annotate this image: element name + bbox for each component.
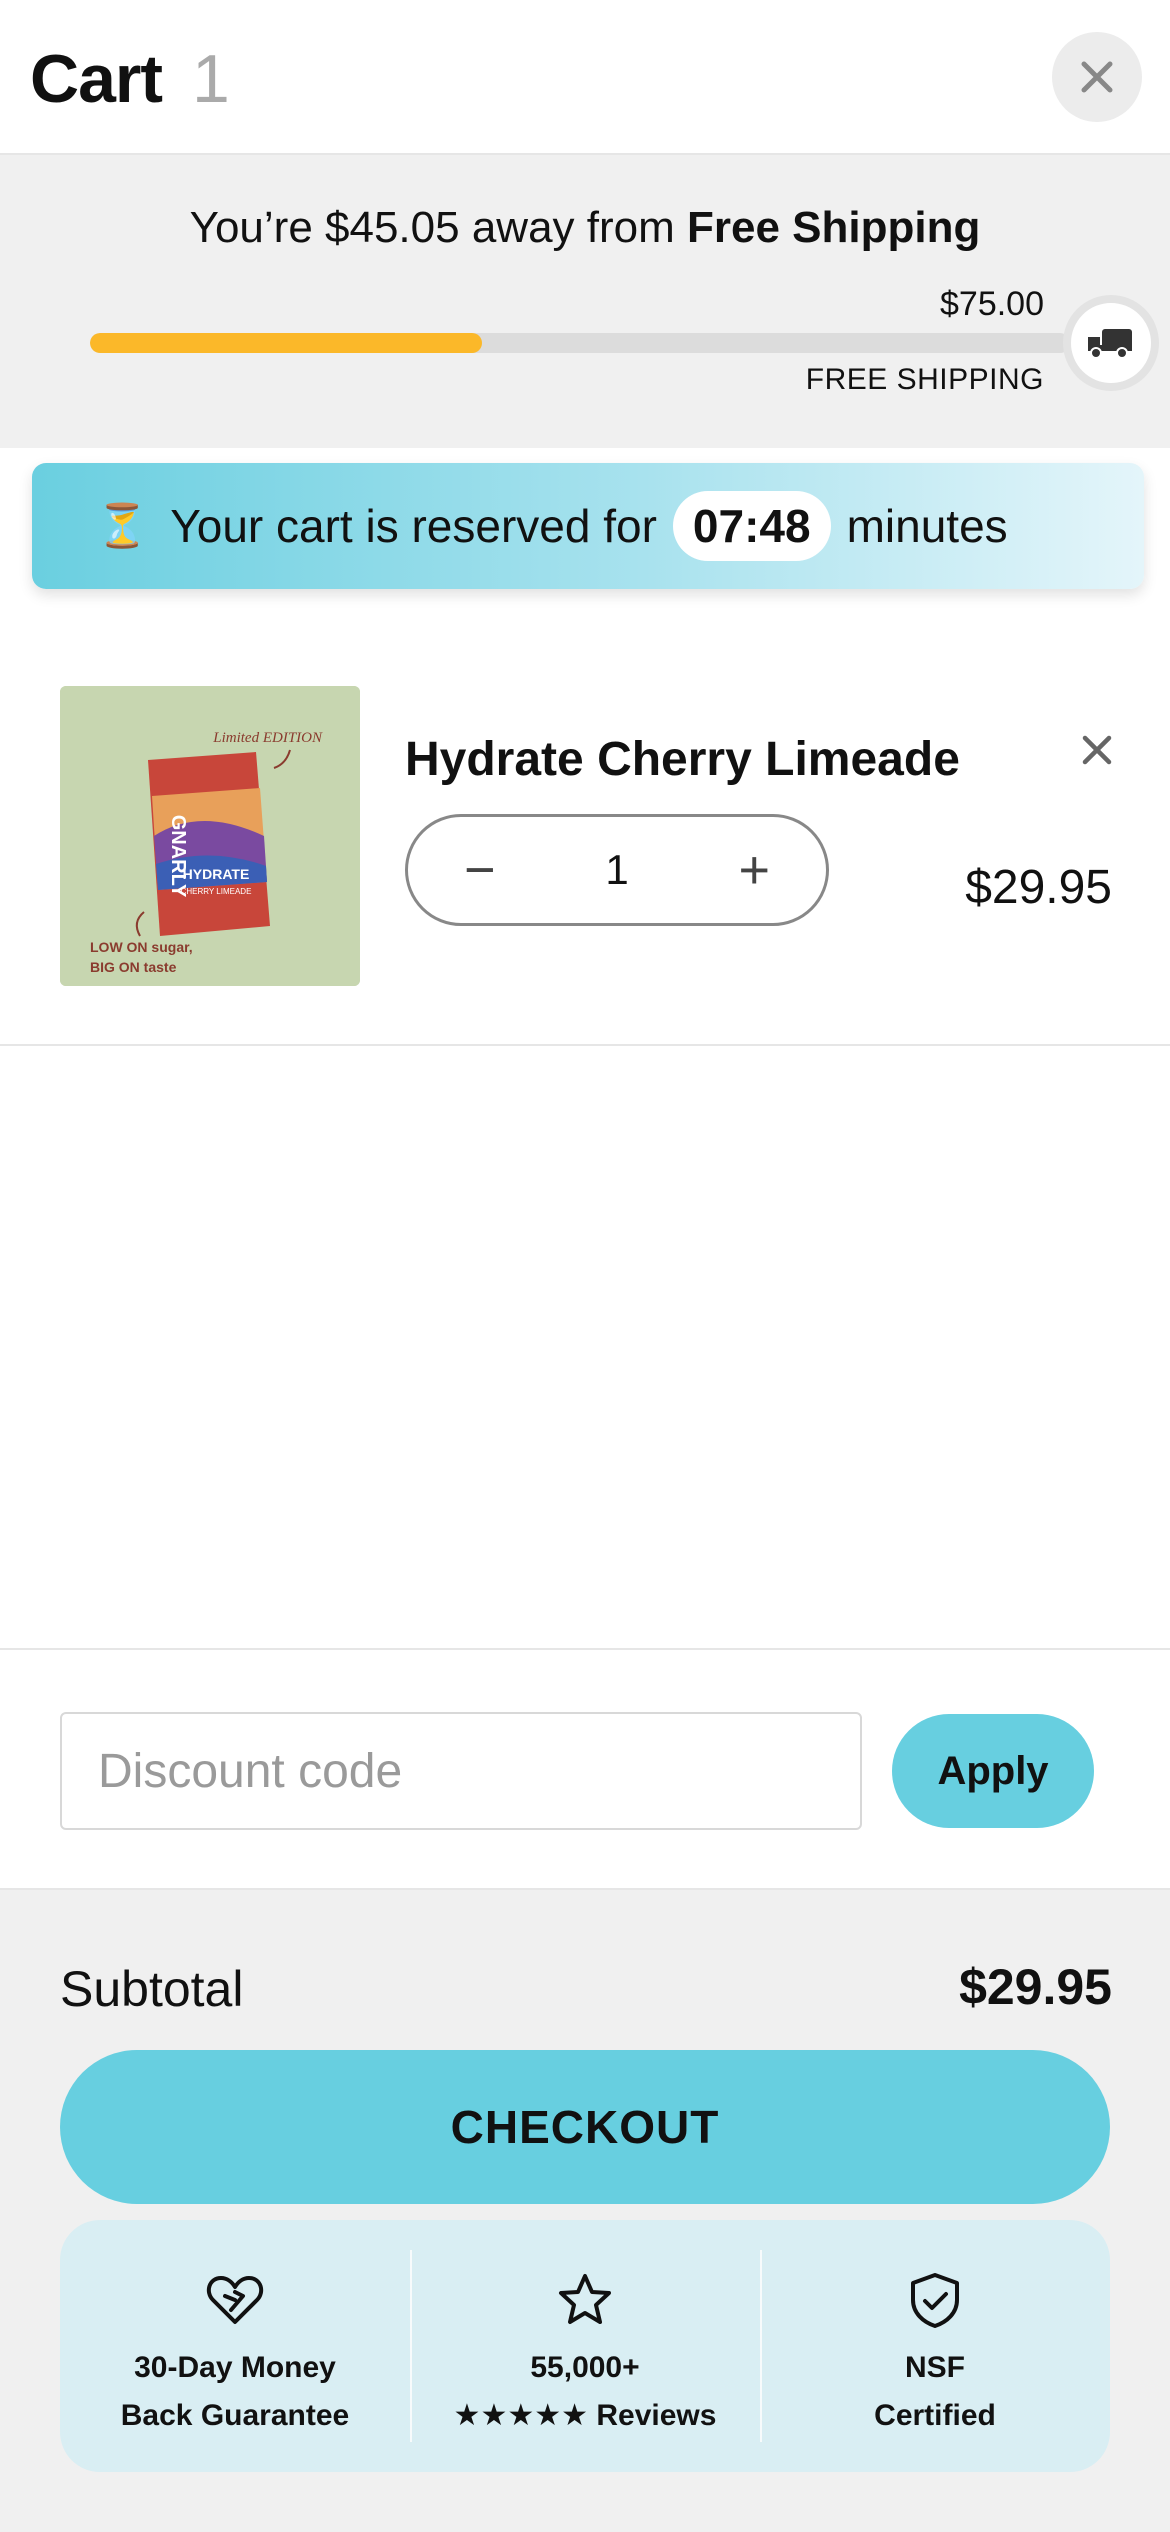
- trust-line-2: Back Guarantee: [120, 2399, 350, 2432]
- product-type-text: HYDRATE: [183, 866, 250, 882]
- cart-item-count: 1: [192, 41, 230, 117]
- discount-section: Apply: [0, 1648, 1170, 1890]
- star-icon: [559, 2274, 611, 2324]
- quantity-stepper: − 1 +: [405, 814, 829, 926]
- shipping-progress-fill: [90, 333, 482, 353]
- truck-badge: [1063, 295, 1159, 391]
- discount-code-input[interactable]: [60, 1712, 862, 1830]
- product-pouch-illustration: Limited EDITION GNARLY HYDRATE CHERRY LI…: [60, 686, 360, 986]
- decrease-quantity-button[interactable]: −: [464, 843, 496, 897]
- increase-quantity-button[interactable]: +: [738, 843, 770, 897]
- cart-line-item: Limited EDITION GNARLY HYDRATE CHERRY LI…: [0, 640, 1170, 1046]
- trust-line-1: 55,000+: [530, 2351, 640, 2384]
- quantity-value: 1: [605, 846, 629, 893]
- trust-item-certified: NSF Certified: [760, 2220, 1110, 2472]
- reservation-timer: 07:48: [672, 491, 831, 561]
- trust-line-1: NSF: [905, 2351, 965, 2384]
- close-icon: [1082, 735, 1112, 765]
- subtotal-value: $29.95: [959, 1959, 1112, 2015]
- trust-line-2: Certified: [874, 2399, 996, 2432]
- reservation-suffix: minutes: [846, 500, 1008, 552]
- cart-summary: Subtotal $29.95 CHECKOUT 30-Day Money Ba…: [0, 1890, 1170, 2532]
- trust-line-1: 30-Day Money: [134, 2351, 336, 2384]
- product-name[interactable]: Hydrate Cherry Limeade: [405, 732, 960, 787]
- close-icon: [1081, 61, 1113, 93]
- trust-badges: 30-Day Money Back Guarantee 55,000+ ★★★★…: [60, 2220, 1110, 2472]
- remove-item-button[interactable]: [1075, 728, 1119, 772]
- heart-check-icon: [206, 2276, 264, 2324]
- product-flavor-text: CHERRY LIMEADE: [181, 887, 252, 896]
- cart-reservation-banner: ⏳ Your cart is reserved for 07:48 minute…: [32, 463, 1144, 589]
- hourglass-icon: ⏳: [96, 501, 149, 549]
- trust-line-2: ★★★★★ Reviews: [453, 2399, 717, 2432]
- product-price: $29.95: [965, 861, 1112, 914]
- product-image[interactable]: Limited EDITION GNARLY HYDRATE CHERRY LI…: [60, 686, 360, 986]
- subtotal-label: Subtotal: [60, 1961, 244, 2017]
- free-shipping-banner: You’re $45.05 away from Free Shipping $7…: [0, 155, 1170, 448]
- cart-title: Cart: [30, 41, 163, 117]
- shipping-message-text: You’re $45.05 away from: [189, 203, 687, 252]
- cart-header: Cart 1: [0, 0, 1170, 155]
- truck-icon: [1088, 329, 1132, 359]
- product-tagline-1: LOW ON sugar,: [90, 939, 193, 955]
- shipping-threshold: $75.00: [940, 285, 1044, 323]
- product-edition-text: Limited EDITION: [212, 730, 323, 746]
- trust-item-reviews: 55,000+ ★★★★★ Reviews: [410, 2220, 760, 2472]
- shipping-progress-bar: [90, 333, 1070, 353]
- shield-check-icon: [911, 2273, 959, 2328]
- trust-item-guarantee: 30-Day Money Back Guarantee: [60, 2220, 410, 2472]
- shipping-goal-label: FREE SHIPPING: [805, 363, 1044, 396]
- shipping-message: You’re $45.05 away from Free Shipping: [0, 203, 1170, 253]
- apply-discount-button[interactable]: Apply: [892, 1714, 1094, 1828]
- reservation-text: Your cart is reserved for: [170, 500, 657, 552]
- shipping-message-highlight: Free Shipping: [686, 203, 981, 252]
- product-brand-text: GNARLY: [167, 815, 189, 898]
- checkout-button[interactable]: CHECKOUT: [60, 2050, 1110, 2204]
- product-tagline-2: BIG ON taste: [90, 959, 177, 975]
- close-cart-button[interactable]: [1052, 32, 1142, 122]
